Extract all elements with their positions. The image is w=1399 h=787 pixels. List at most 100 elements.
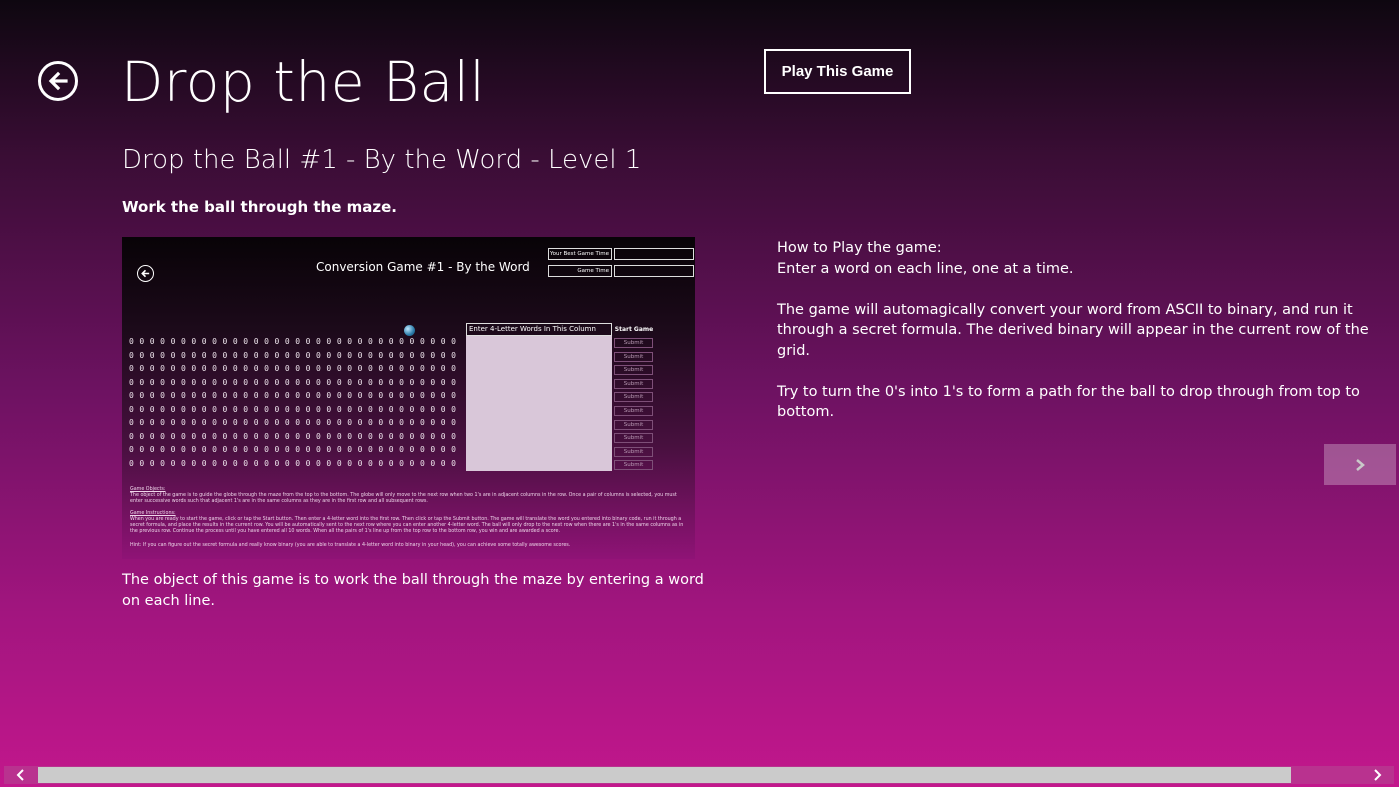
grid-cell: 0 [295,404,301,414]
grid-cell: 0 [305,364,311,373]
grid-cell: 0 [316,445,321,454]
scroll-thumb[interactable] [38,767,1291,783]
screenshot-submit-button: Submit [614,351,653,362]
grid-cell: 0 [170,418,176,427]
grid-cell: 0 [222,431,228,441]
grid-cell: 0 [378,337,384,346]
back-arrow-icon [48,71,68,91]
grid-cell: 0 [222,445,228,454]
back-button[interactable] [38,61,78,101]
grid-cell: 0 [222,458,228,468]
grid-cell: 0 [367,404,373,414]
grid-cell: 0 [305,458,311,468]
grid-cell: 0 [357,337,363,346]
grid-cell: 0 [399,337,404,346]
grid-cell: 0 [409,364,415,373]
grid-cell: 0 [253,431,259,441]
grid-cell: 0 [170,337,176,346]
grid-cell: 0 [201,391,207,400]
grid-cell: 0 [222,364,228,373]
grid-cell: 0 [419,350,425,360]
grid-cell: 0 [440,350,446,360]
next-button[interactable] [1324,444,1396,485]
grid-cell: 0 [430,458,436,468]
grid-cell: 0 [253,391,259,400]
grid-cell: 0 [419,431,425,441]
grid-cell: 0 [149,350,155,360]
grid-cell: 0 [191,404,197,414]
grid-cell: 0 [336,337,342,346]
grid-cell: 0 [305,445,311,454]
grid-cell: 0 [232,458,238,468]
grid-cell: 0 [129,418,134,427]
grid-cell: 0 [129,337,134,346]
grid-cell: 0 [129,377,134,387]
grid-cell: 0 [336,404,342,414]
grid-cell: 0 [378,377,384,387]
grid-cell: 0 [305,418,311,427]
grid-cell: 0 [149,364,155,373]
grid-cell: 0 [201,337,207,346]
grid-cell: 0 [347,404,353,414]
screenshot-submit-button: Submit [614,406,653,416]
grid-cell: 0 [139,445,145,454]
grid-cell: 0 [357,350,363,360]
screenshot-submit-button: Submit [614,433,653,444]
grid-cell: 0 [347,391,353,400]
grid-cell: 0 [316,377,321,387]
grid-cell: 0 [160,431,165,441]
grid-cell: 0 [180,431,186,441]
grid-cell: 0 [232,350,238,360]
grid-cell: 0 [399,377,404,387]
grid-cell: 0 [295,458,301,468]
grid-cell: 0 [399,418,404,427]
grid-cell: 0 [170,458,176,468]
grid-cell: 0 [419,404,425,414]
grid-cell: 0 [419,445,425,454]
scroll-left-button[interactable] [4,766,38,784]
grid-cell: 0 [212,364,217,373]
grid-cell: 0 [129,350,134,360]
grid-cell: 0 [357,364,363,373]
grid-cell: 0 [430,431,436,441]
grid-cell: 0 [316,458,321,468]
grid-cell: 0 [149,391,155,400]
grid-cell: 0 [129,404,134,414]
grid-cell: 0 [440,445,446,454]
grid-cell: 0 [409,418,415,427]
horizontal-scrollbar[interactable] [4,766,1394,784]
scroll-right-button[interactable] [1360,766,1394,784]
grid-cell: 0 [222,404,228,414]
grid-cell: 0 [388,445,394,454]
grid-cell: 0 [284,431,290,441]
grid-cell: 0 [347,377,353,387]
screenshot-instructions-text: When you are ready to start the game, cl… [130,517,684,534]
grid-cell: 0 [316,418,321,427]
grid-cell: 0 [367,350,373,360]
grid-cell: 0 [170,377,176,387]
grid-cell: 0 [305,391,311,400]
screenshot-submit-button: Submit [614,378,653,389]
grid-cell: 0 [264,337,269,346]
grid-cell: 0 [149,458,155,468]
grid-cell: 0 [430,364,436,373]
grid-cell: 0 [243,350,249,360]
screenshot-ball [404,325,415,336]
item-caption: The object of this game is to work the b… [122,572,704,609]
grid-cell: 0 [378,350,384,360]
grid-cell: 0 [253,418,259,427]
grid-cell: 0 [440,418,446,427]
grid-cell: 0 [326,391,332,400]
screenshot-game-time-field [614,265,694,277]
grid-cell: 0 [430,377,436,387]
grid-cell: 0 [222,418,228,427]
play-game-button[interactable]: Play This Game [764,49,911,94]
grid-cell: 0 [451,404,456,414]
grid-cell: 0 [139,337,145,346]
grid-cell: 0 [357,377,363,387]
grid-cell: 0 [149,377,155,387]
grid-cell: 0 [264,445,269,454]
grid-cell: 0 [295,337,301,346]
grid-cell: 0 [316,404,321,414]
grid-cell: 0 [139,458,145,468]
